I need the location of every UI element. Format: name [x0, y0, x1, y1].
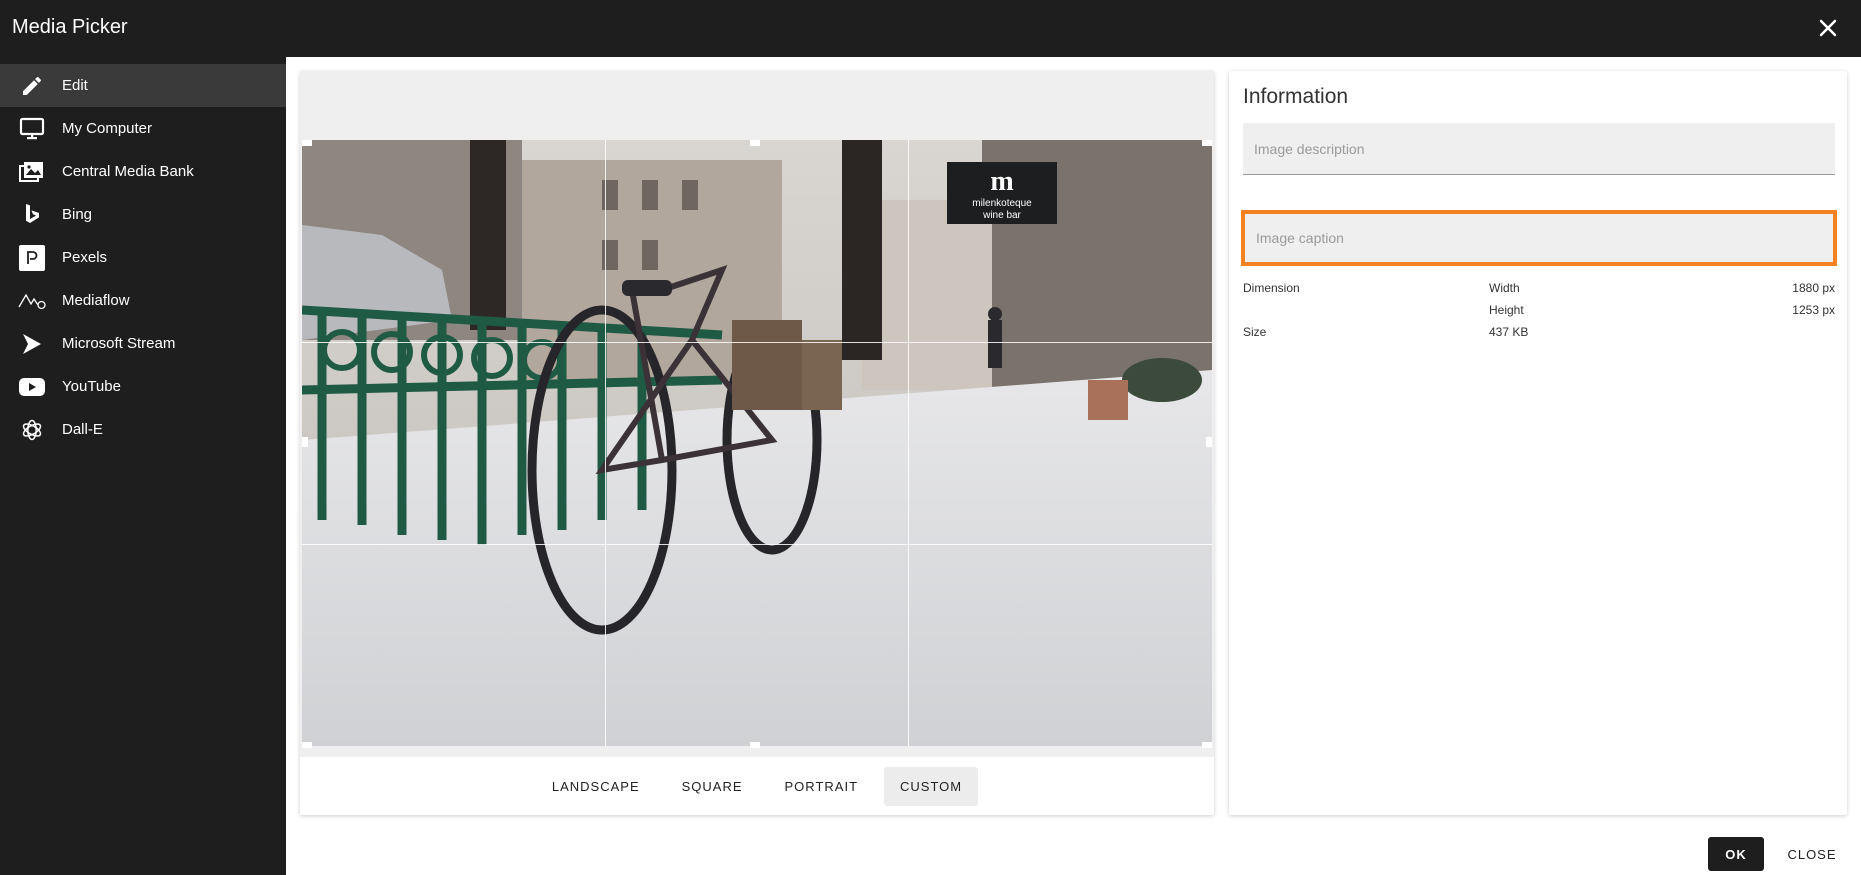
sidebar-item-label: Edit: [62, 77, 88, 94]
mediaflow-icon: [18, 287, 46, 315]
crop-grid-line: [605, 140, 606, 746]
portrait-button[interactable]: PORTRAIT: [769, 767, 875, 806]
crop-grid-line: [908, 140, 909, 746]
close-icon[interactable]: [1813, 13, 1843, 43]
sidebar-item-label: Central Media Bank: [62, 163, 194, 180]
close-button[interactable]: CLOSE: [1780, 837, 1844, 871]
sidebar: Edit My Computer Central Media Bank Bing…: [0, 64, 286, 875]
snowy-street-photo: m milenkoteque wine bar: [302, 140, 1212, 746]
crop-handle-top-right[interactable]: [1202, 140, 1212, 146]
sidebar-item-edit[interactable]: Edit: [0, 64, 286, 107]
crop-handle-bottom-right[interactable]: [1202, 742, 1212, 748]
crop-grid-line: [302, 342, 1212, 343]
crop-grid-line: [302, 544, 1212, 545]
sidebar-item-label: Mediaflow: [62, 292, 130, 309]
sidebar-item-label: YouTube: [62, 378, 121, 395]
main-content: m milenkoteque wine bar LANDSCAPE SQUARE…: [286, 57, 1861, 875]
sidebar-item-central-media-bank[interactable]: Central Media Bank: [0, 150, 286, 193]
metadata-row: Dimension Width 1880 px: [1243, 281, 1835, 303]
sidebar-item-youtube[interactable]: YouTube: [0, 365, 286, 408]
image-metadata: Dimension Width 1880 px Height 1253 px S…: [1243, 281, 1835, 347]
width-label: Width: [1489, 281, 1520, 295]
information-title: Information: [1243, 85, 1349, 108]
size-value: 437 KB: [1489, 325, 1529, 339]
image-preview[interactable]: m milenkoteque wine bar: [302, 140, 1212, 746]
image-description-field: [1243, 123, 1835, 175]
sidebar-item-microsoft-stream[interactable]: Microsoft Stream: [0, 322, 286, 365]
landscape-button[interactable]: LANDSCAPE: [536, 767, 656, 806]
image-caption-field: [1241, 210, 1837, 266]
sidebar-item-label: Microsoft Stream: [62, 335, 176, 352]
crop-canvas: m milenkoteque wine bar: [300, 71, 1214, 757]
information-panel: Information Dimension Width 1880 px Heig…: [1229, 71, 1847, 815]
sidebar-item-label: Pexels: [62, 249, 108, 266]
sidebar-item-dall-e[interactable]: Dall-E: [0, 408, 286, 451]
metadata-row: Size 437 KB: [1243, 325, 1835, 347]
sidebar-item-mediaflow[interactable]: Mediaflow: [0, 279, 286, 322]
sidebar-item-my-computer[interactable]: My Computer: [0, 107, 286, 150]
height-label: Height: [1489, 303, 1524, 317]
crop-handle-top-left[interactable]: [302, 140, 312, 146]
dimension-label: Dimension: [1243, 281, 1300, 295]
size-label: Size: [1243, 325, 1267, 339]
pencil-icon: [18, 72, 46, 100]
image-caption-input[interactable]: [1245, 214, 1833, 262]
ok-button[interactable]: OK: [1708, 837, 1764, 871]
svg-text:milenkoteque: milenkoteque: [972, 198, 1032, 209]
custom-button[interactable]: CUSTOM: [884, 766, 979, 806]
sidebar-item-label: Dall-E: [62, 421, 103, 438]
crop-handle-left[interactable]: [302, 437, 308, 447]
sidebar-item-bing[interactable]: Bing: [0, 193, 286, 236]
crop-handle-top[interactable]: [750, 140, 760, 146]
sidebar-item-pexels[interactable]: Pexels: [0, 236, 286, 279]
width-value: 1880 px: [1792, 281, 1835, 295]
metadata-row: Height 1253 px: [1243, 303, 1835, 325]
square-button[interactable]: SQUARE: [666, 767, 759, 806]
svg-text:wine bar: wine bar: [982, 210, 1021, 221]
svg-text:m: m: [990, 166, 1013, 197]
crop-handle-bottom-left[interactable]: [302, 742, 312, 748]
height-value: 1253 px: [1792, 303, 1835, 317]
monitor-icon: [18, 115, 46, 143]
crop-handle-bottom[interactable]: [750, 742, 760, 748]
sidebar-item-label: My Computer: [62, 120, 153, 137]
aspect-ratio-bar: LANDSCAPE SQUARE PORTRAIT CUSTOM: [300, 757, 1214, 815]
bing-icon: [18, 201, 46, 229]
window-title: Media Picker: [12, 16, 128, 38]
youtube-icon: [18, 373, 46, 401]
sidebar-item-label: Bing: [62, 206, 93, 223]
image-description-input[interactable]: [1243, 123, 1835, 174]
images-icon: [18, 158, 46, 186]
stream-icon: [18, 330, 46, 358]
crop-handle-right[interactable]: [1206, 437, 1212, 447]
openai-icon: [18, 416, 46, 444]
pexels-icon: [18, 244, 46, 272]
image-editor: m milenkoteque wine bar LANDSCAPE SQUARE…: [300, 71, 1214, 815]
title-bar: Media Picker: [0, 0, 1861, 57]
